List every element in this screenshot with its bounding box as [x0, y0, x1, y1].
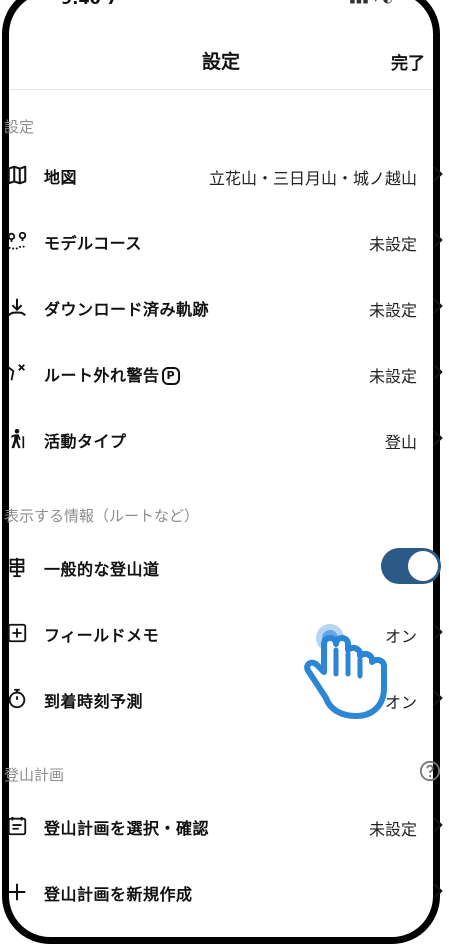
row-plan-select-value: 未設定: [368, 820, 417, 839]
row-downloaded[interactable]: ダウンロード済み軌跡 未設定: [0, 278, 449, 338]
row-downloaded-value: 未設定: [368, 301, 417, 320]
general-trail-toggle[interactable]: [381, 548, 441, 584]
chevron-right-icon: [433, 883, 443, 899]
chevron-right-icon: [433, 817, 443, 833]
chevron-right-icon: [433, 364, 443, 380]
row-activity-value: 登山: [384, 433, 417, 452]
plus-icon: [6, 881, 28, 903]
row-map-value: 立花山・三日月山・城ノ越山: [208, 169, 417, 188]
map-icon: [6, 164, 28, 186]
row-field-memo-label: フィールドメモ: [44, 626, 160, 645]
download-icon: [6, 296, 28, 318]
row-model-course-label: モデルコース: [44, 234, 142, 253]
chevron-right-icon: [433, 166, 443, 182]
row-map[interactable]: 地図 立花山・三日月山・城ノ越山: [0, 146, 449, 206]
row-model-course-value: 未設定: [368, 235, 417, 254]
row-eta-label: 到着時刻予測: [44, 692, 144, 711]
row-map-label: 地図: [44, 168, 78, 187]
add-memo-icon: [6, 622, 28, 644]
chevron-right-icon: [433, 430, 443, 446]
chevron-right-icon: [433, 232, 443, 248]
status-bar: 9:40 7 ▮▮▮ ▾ ◐: [9, 0, 433, 15]
status-time: 9:40 7: [61, 0, 118, 8]
route-pins-icon: [6, 230, 28, 252]
chevron-right-icon: [433, 624, 443, 640]
row-plan-select-label: 登山計画を選択・確認: [44, 819, 210, 838]
row-model-course[interactable]: モデルコース 未設定: [0, 212, 449, 272]
nav-bar: 設定 完了: [9, 29, 433, 90]
tap-hand-icon: [304, 624, 387, 719]
section-settings: 設定: [4, 118, 35, 136]
premium-badge: P: [161, 367, 181, 385]
route-warning-icon: [6, 362, 28, 384]
row-plan-new[interactable]: 登山計画を新規作成: [0, 863, 449, 923]
row-general-trail-label: 一般的な登山道: [44, 560, 160, 579]
row-downloaded-label: ダウンロード済み軌跡: [44, 300, 210, 319]
row-off-route-label: ルート外れ警告 P: [44, 362, 181, 386]
page-title: 設定: [201, 51, 240, 73]
help-icon[interactable]: [419, 760, 441, 782]
chevron-right-icon: [433, 298, 443, 314]
row-off-route[interactable]: ルート外れ警告 P 未設定: [0, 344, 449, 404]
signal-icons: ▮▮▮ ▾ ◐: [349, 0, 393, 5]
section-display: 表示する情報（ルートなど）: [4, 507, 200, 525]
row-plan-select[interactable]: 登山計画を選択・確認 未設定: [0, 797, 449, 857]
signpost-icon: [6, 556, 28, 578]
done-button[interactable]: 完了: [391, 49, 425, 74]
row-activity-label: 活動タイプ: [44, 432, 127, 451]
row-activity[interactable]: 活動タイプ 登山: [0, 410, 449, 470]
calendar-icon: [6, 815, 28, 837]
hiker-icon: [6, 428, 28, 450]
section-plan: 登山計画: [4, 766, 65, 784]
chevron-right-icon: [433, 690, 443, 706]
row-general-trail: 一般的な登山道: [0, 538, 449, 598]
stopwatch-icon: [6, 688, 28, 710]
row-off-route-value: 未設定: [368, 367, 417, 386]
toggle-knob: [408, 551, 438, 581]
row-plan-new-label: 登山計画を新規作成: [44, 885, 193, 904]
row-off-route-text: ルート外れ警告: [44, 366, 160, 385]
